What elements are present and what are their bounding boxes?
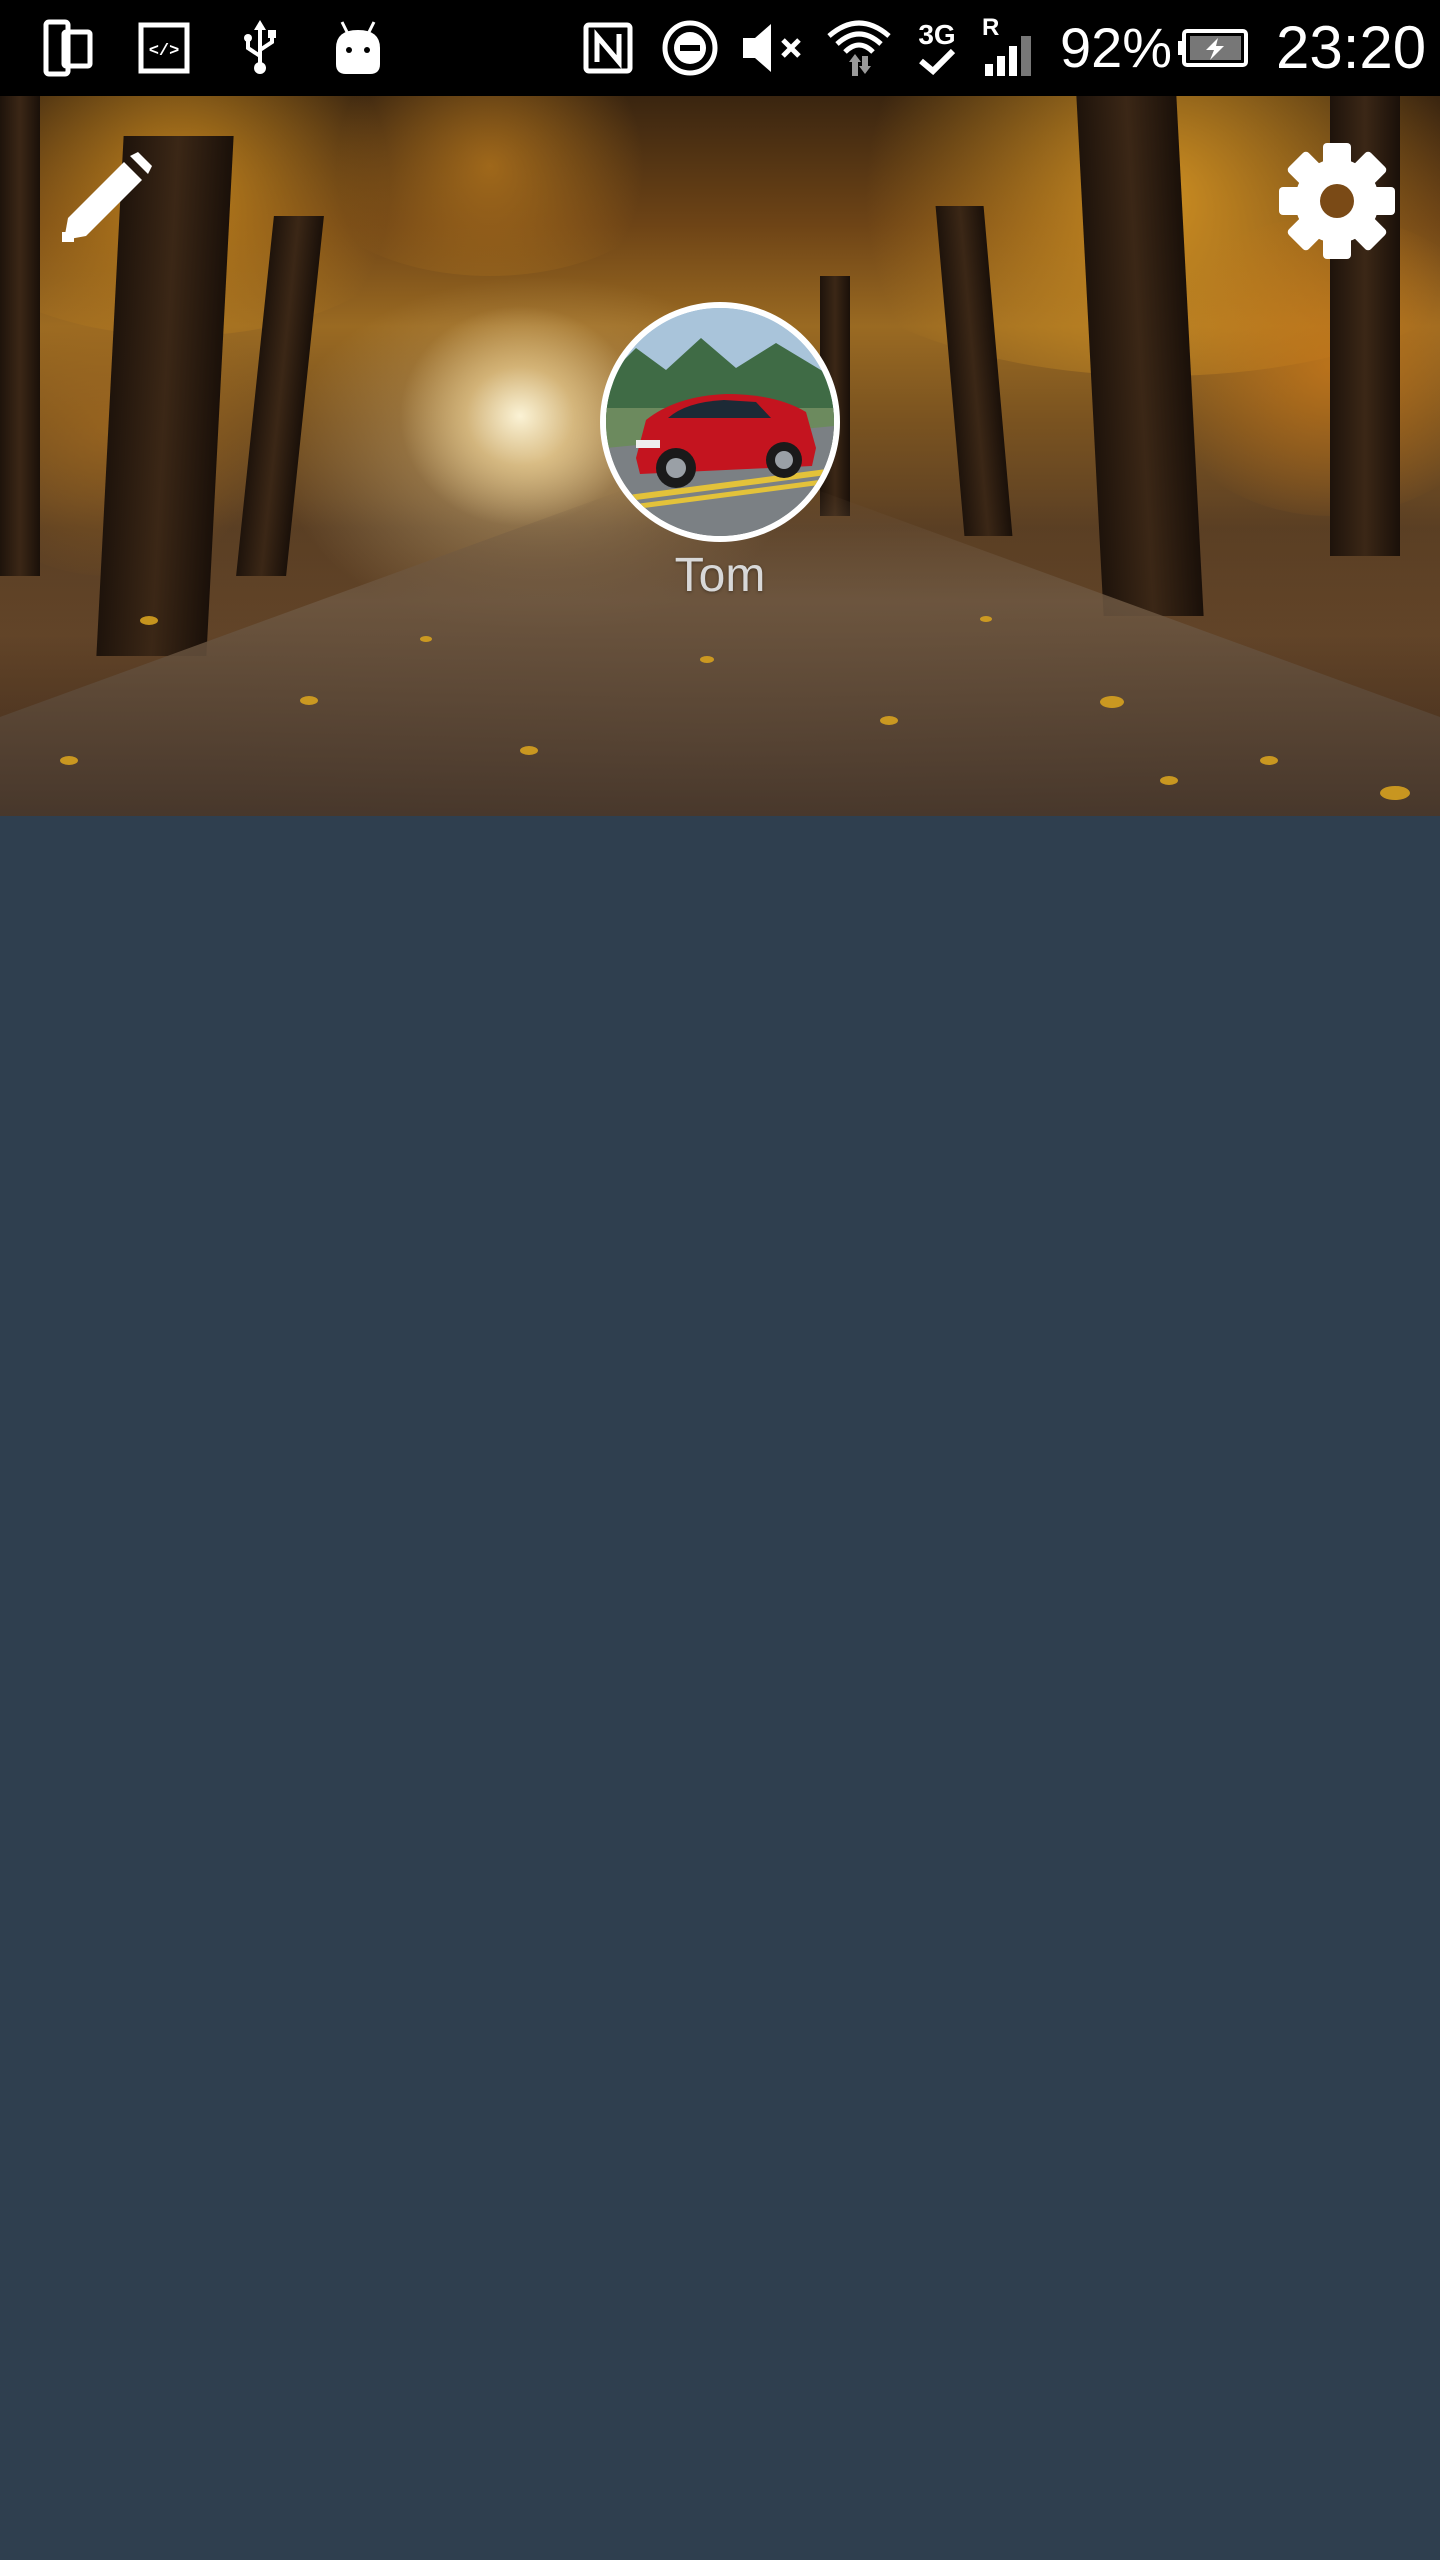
battery-charging-icon [1178, 16, 1250, 80]
clock: 23:20 [1276, 14, 1427, 81]
content-area [0, 816, 1440, 2560]
phone-tablet-icon [40, 16, 96, 80]
profile-name: Tom [674, 549, 766, 602]
avatar[interactable] [600, 302, 840, 542]
pencil-icon [62, 152, 152, 242]
settings-button[interactable] [1262, 138, 1412, 264]
signal-icon: R [980, 16, 1040, 80]
profile-header-background: Tom [0, 96, 1440, 816]
android-debug-icon [330, 16, 386, 80]
battery-percent: 92% [1060, 16, 1173, 79]
usb-icon [236, 16, 284, 80]
nfc-icon [582, 16, 634, 80]
3g-data-icon: 3G [912, 16, 962, 80]
car-photo [606, 308, 834, 536]
mute-icon [740, 16, 806, 80]
do-not-disturb-icon [660, 16, 720, 80]
edit-button[interactable] [44, 140, 164, 260]
network-type-label: 3G [918, 19, 956, 50]
developer-code-icon: </> [136, 16, 192, 80]
svg-text:</>: </> [149, 42, 180, 61]
roaming-label: R [982, 14, 1000, 41]
gear-icon [1279, 143, 1395, 259]
wifi-icon [826, 16, 892, 80]
status-bar: </> 3G R 92% 23:20 [0, 0, 1440, 96]
